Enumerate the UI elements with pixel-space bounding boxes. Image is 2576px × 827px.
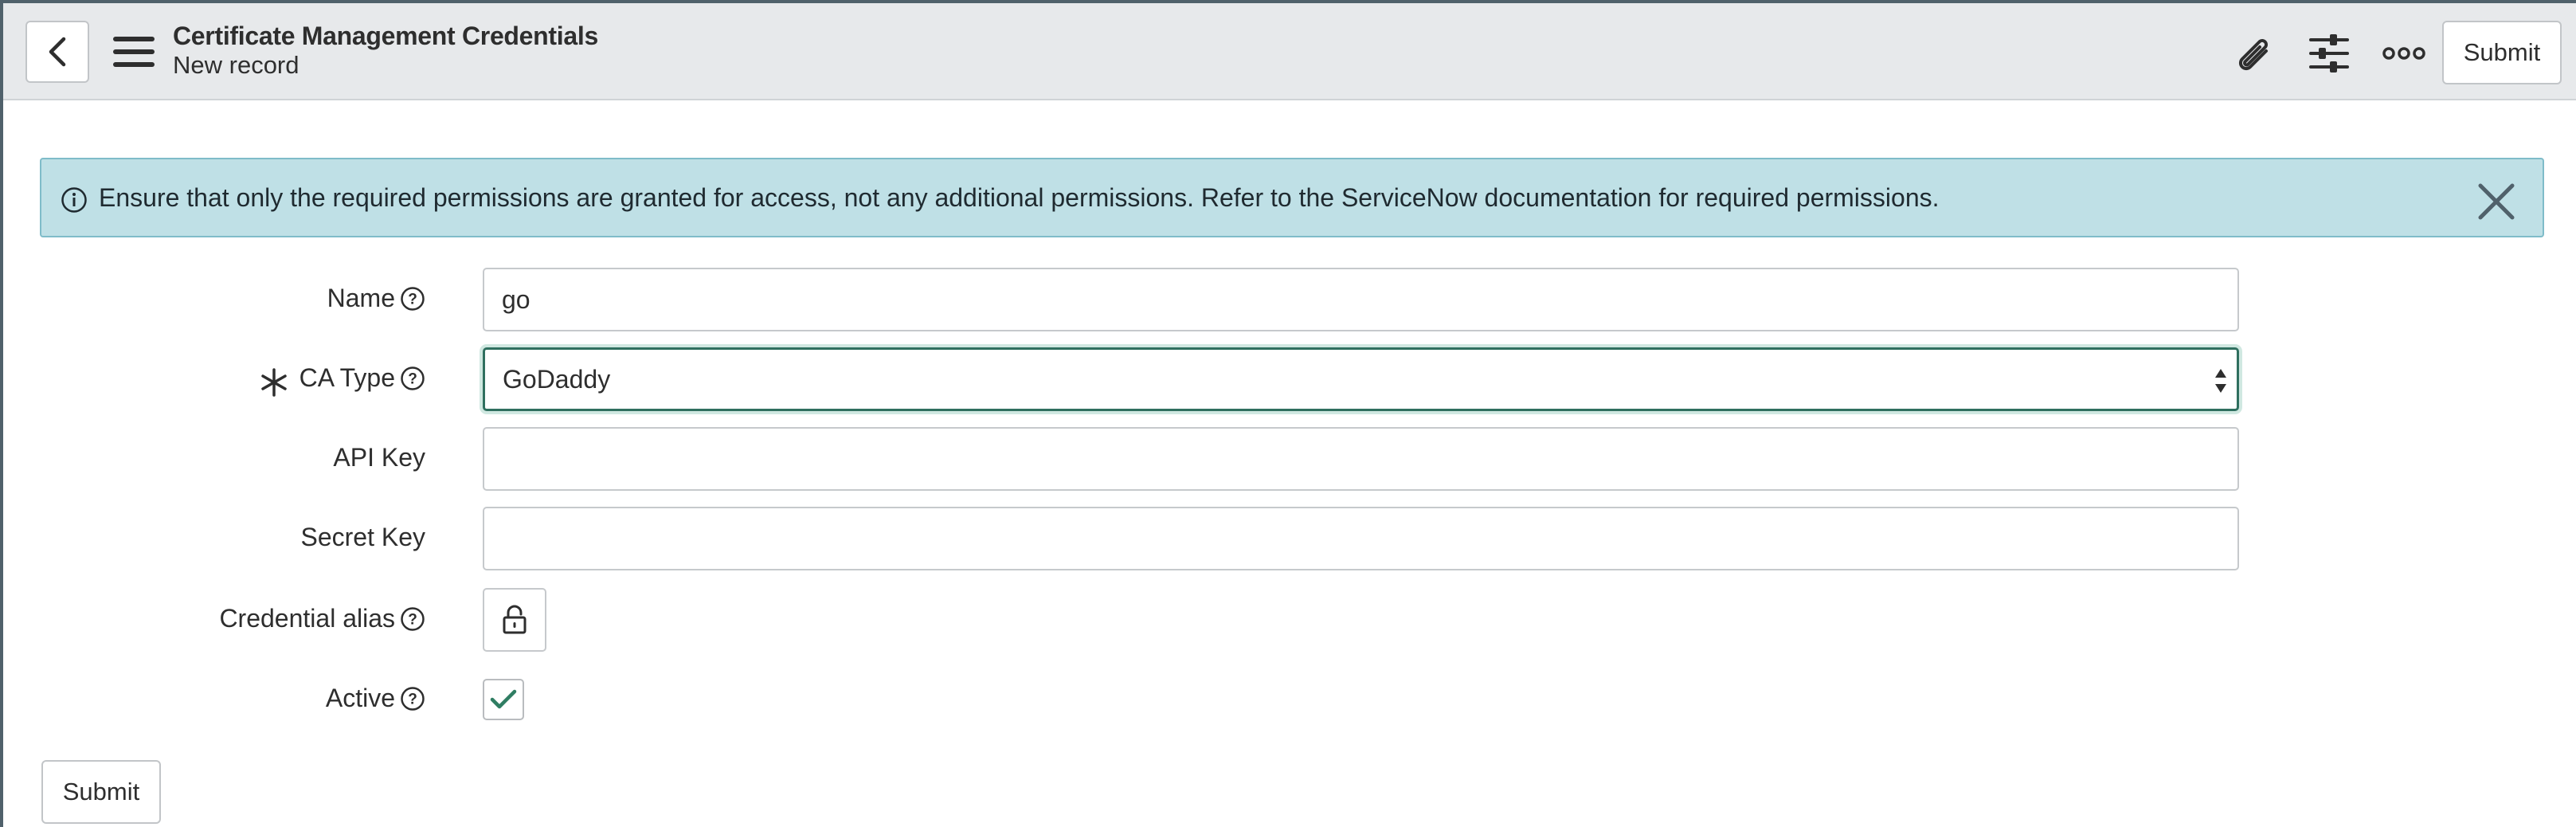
name-input[interactable] <box>483 268 2239 331</box>
help-icon[interactable]: ? <box>400 366 425 391</box>
secret-key-label: Secret Key <box>300 523 425 552</box>
active-label-text: Active <box>325 684 395 712</box>
credential-alias-lock-button[interactable] <box>483 588 546 652</box>
active-label: Active ? <box>326 684 425 713</box>
api-key-label-text: API Key <box>333 443 425 472</box>
page-title: Certificate Management Credentials <box>173 22 598 50</box>
svg-text:?: ? <box>408 691 417 707</box>
active-label-row: Active ? <box>3 668 425 731</box>
secret-key-input[interactable] <box>483 507 2239 570</box>
help-icon[interactable]: ? <box>400 286 425 312</box>
credential-alias-label: Credential alias ? <box>219 604 425 633</box>
more-options-icon <box>2382 47 2425 60</box>
sliders-icon <box>2309 34 2349 73</box>
api-key-label-row: API Key <box>3 427 425 491</box>
personalize-form-button[interactable] <box>2305 32 2353 75</box>
unlock-icon <box>503 605 527 634</box>
ca-type-label-text: CA Type <box>299 363 395 392</box>
ca-type-label: CA Type ? <box>299 363 425 393</box>
svg-text:?: ? <box>408 611 417 628</box>
name-label-text: Name <box>327 284 395 312</box>
required-asterisk-icon <box>261 368 287 397</box>
ca-type-selected-value: GoDaddy <box>503 364 611 394</box>
svg-text:?: ? <box>408 370 417 387</box>
footer-submit-button[interactable]: Submit <box>41 760 161 824</box>
paperclip-icon <box>2238 39 2268 71</box>
api-key-label: API Key <box>333 443 425 472</box>
credential-alias-label-row: Credential alias ? <box>3 588 425 652</box>
credential-alias-label-text: Credential alias <box>219 604 395 633</box>
back-button[interactable] <box>25 21 89 83</box>
api-key-input[interactable] <box>483 427 2239 491</box>
ca-type-select[interactable]: GoDaddy <box>483 347 2239 411</box>
select-arrows-icon <box>2215 369 2226 393</box>
page-subtitle: New record <box>173 51 299 79</box>
more-options-button[interactable] <box>2380 32 2428 75</box>
help-icon[interactable]: ? <box>400 606 425 632</box>
back-chevron-icon <box>49 37 66 67</box>
checkmark-icon <box>490 689 517 709</box>
info-banner: Ensure that only the required permission… <box>40 158 2544 237</box>
info-icon <box>61 187 87 213</box>
page: Certificate Management Credentials New r… <box>0 0 2576 827</box>
help-icon[interactable]: ? <box>400 686 425 711</box>
header-submit-button[interactable]: Submit <box>2442 21 2562 84</box>
active-checkbox[interactable] <box>483 679 524 720</box>
form-header: Certificate Management Credentials New r… <box>3 3 2576 100</box>
title-block: Certificate Management Credentials New r… <box>173 21 598 80</box>
attachment-button[interactable] <box>2230 32 2278 75</box>
svg-text:?: ? <box>408 291 417 308</box>
name-label-row: Name ? <box>3 268 425 331</box>
ca-type-label-row: CA Type ? <box>3 347 425 411</box>
hamburger-menu-icon[interactable] <box>112 35 156 69</box>
info-banner-message: Ensure that only the required permission… <box>99 183 1940 212</box>
name-label: Name ? <box>327 284 425 313</box>
secret-key-label-row: Secret Key <box>3 507 425 570</box>
secret-key-label-text: Secret Key <box>300 523 425 551</box>
close-icon[interactable] <box>2476 181 2517 222</box>
